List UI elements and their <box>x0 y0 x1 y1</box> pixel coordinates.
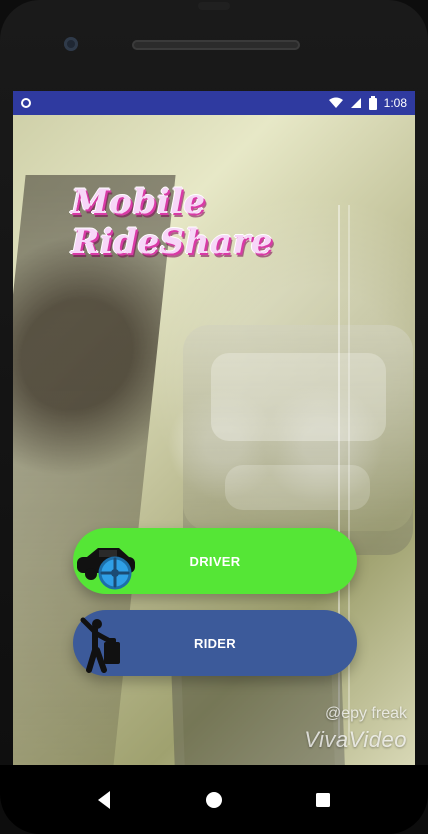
status-dot-icon <box>21 98 31 108</box>
rider-luggage-icon <box>80 617 120 673</box>
rider-button[interactable]: RIDER <box>73 610 357 676</box>
status-time: 1:08 <box>383 96 407 110</box>
recent-apps-icon[interactable] <box>306 783 340 817</box>
earpiece-speaker <box>132 40 300 50</box>
background-car <box>183 325 413 555</box>
driver-button-label: DRIVER <box>189 553 241 569</box>
background-person <box>13 175 176 765</box>
signal-icon <box>350 98 361 108</box>
watermark-line1: @epy freak <box>324 705 407 722</box>
front-camera <box>64 37 78 51</box>
back-icon[interactable] <box>88 783 122 817</box>
rider-button-label: RIDER <box>194 635 236 651</box>
status-right: 1:08 <box>328 96 407 110</box>
wifi-icon <box>328 97 343 108</box>
app-content: Mobile RideShare DRIVER RIDER @epy freak… <box>13 115 415 765</box>
status-left <box>21 98 31 108</box>
device-screen: 1:08 Mobile RideShare DRIVER RIDER @epy … <box>13 91 415 765</box>
driver-button[interactable]: DRIVER <box>73 528 357 594</box>
phone-frame: 1:08 Mobile RideShare DRIVER RIDER @epy … <box>0 0 428 834</box>
home-icon[interactable] <box>197 783 231 817</box>
status-bar: 1:08 <box>13 91 415 115</box>
driver-car-wheel-icon <box>77 548 135 590</box>
navigation-bar <box>0 765 428 834</box>
watermark: @epy freak VivaVideo <box>304 705 407 753</box>
watermark-line2: VivaVideo <box>304 727 407 752</box>
app-title: Mobile RideShare <box>71 182 273 262</box>
battery-icon <box>368 96 377 110</box>
top-notch <box>198 2 230 10</box>
